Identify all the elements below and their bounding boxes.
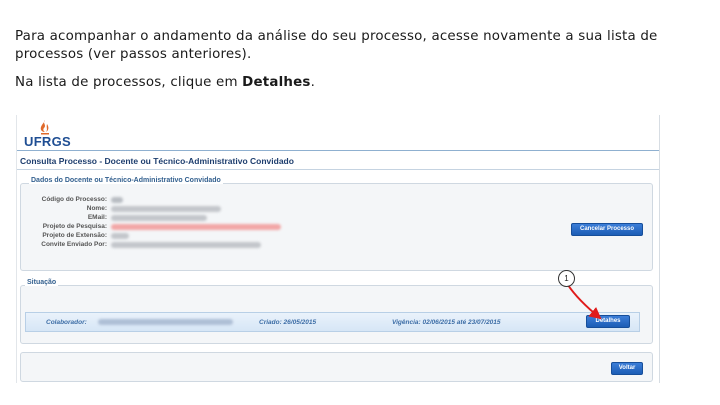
blurred-nome	[111, 206, 221, 212]
back-button[interactable]: Voltar	[611, 362, 643, 375]
panel-footer	[20, 352, 653, 382]
title-divider	[17, 169, 659, 170]
label-nome: Nome:	[86, 205, 107, 212]
cancel-process-button[interactable]: Cancelar Processo	[571, 223, 643, 236]
instruction-prefix: Na lista de processos, clique em	[15, 75, 243, 90]
blurred-convite	[111, 242, 261, 248]
header-divider	[17, 150, 659, 151]
page-title: Consulta Processo - Docente ou Técnico-A…	[20, 156, 294, 166]
panel-docente-legend: Dados do Docente ou Técnico-Administrati…	[29, 177, 223, 184]
vigencia-text: Vigência: 02/06/2015 até 23/07/2015	[392, 319, 501, 326]
ufrgs-logo: UFRGS	[21, 117, 81, 149]
label-projeto-pesquisa: Projeto de Pesquisa:	[42, 223, 107, 230]
details-button[interactable]: Detalhes	[586, 315, 630, 328]
label-email: EMail:	[87, 214, 107, 221]
annotation-step-number: 1	[558, 270, 575, 287]
panel-situacao-legend: Situação	[25, 279, 59, 286]
flame-icon	[40, 120, 49, 135]
logo-text: UFRGS	[24, 134, 71, 149]
process-row: Colaborador: Criado: 26/05/2015 Vigência…	[25, 312, 640, 332]
criado-text: Criado: 26/05/2015	[259, 319, 317, 326]
panel-docente: Dados do Docente ou Técnico-Administrati…	[20, 177, 653, 271]
label-codigo: Código do Processo:	[41, 196, 107, 203]
blurred-projeto-extensao	[111, 233, 129, 239]
blurred-projeto-pesquisa	[111, 224, 281, 230]
instruction-suffix: .	[310, 75, 316, 90]
instruction-paragraph-1: Para acompanhar o andamento da análise d…	[15, 29, 658, 62]
blurred-colaborador	[98, 319, 233, 325]
blurred-email	[111, 215, 207, 221]
label-convite: Convite Enviado Por:	[41, 241, 107, 248]
colaborador-label: Colaborador:	[46, 319, 87, 326]
instruction-bold-details: Detalhes	[242, 75, 311, 90]
label-projeto-extensao: Projeto de Extensão:	[42, 232, 107, 239]
embedded-screenshot: UFRGS Consulta Processo - Docente ou Téc…	[16, 115, 660, 383]
blurred-codigo	[111, 197, 123, 203]
